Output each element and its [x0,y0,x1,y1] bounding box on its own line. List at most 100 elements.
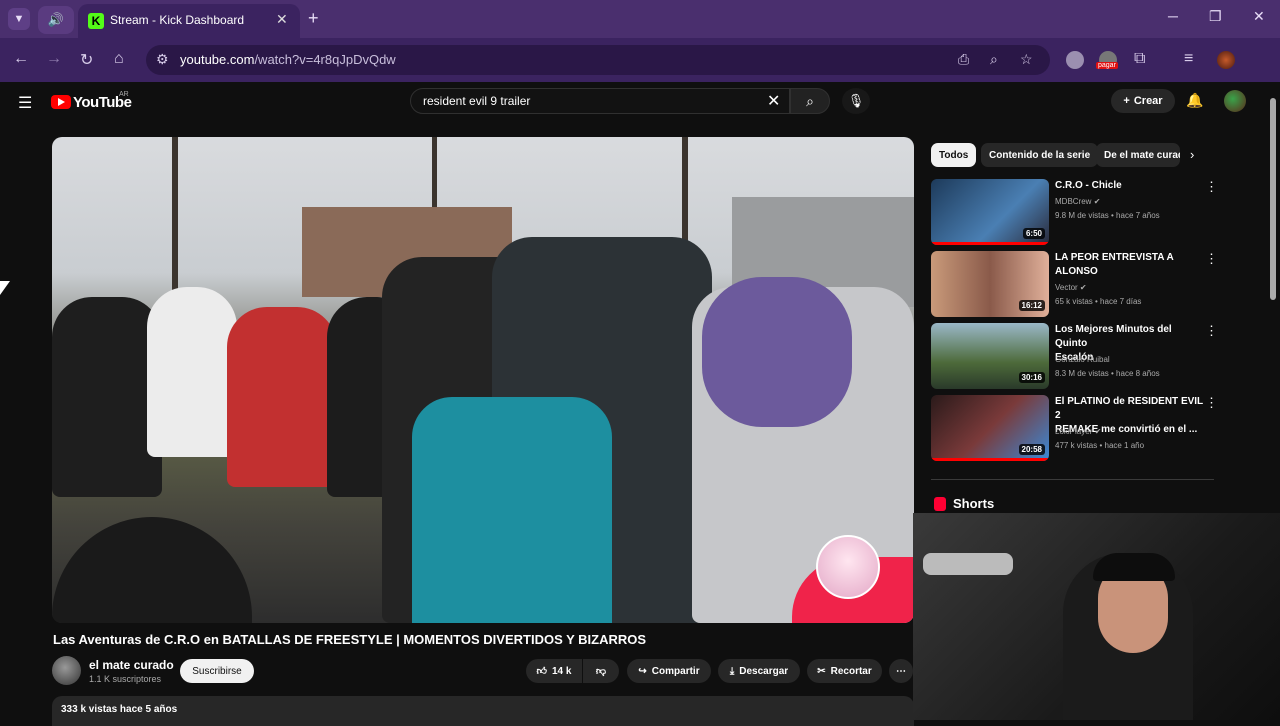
maximize-button[interactable]: ❐ [1209,8,1222,25]
streamer-cap [1093,553,1175,581]
clear-search-icon[interactable]: ✕ [767,91,780,111]
puzzle-extensions-icon[interactable]: ⧉ [1134,50,1145,68]
thumbs-down-icon: 👎︎ [595,666,607,677]
voice-search-button[interactable]: 🎙 [842,88,870,114]
rec-channel[interactable]: Gonzalo Ruibal [1055,353,1110,367]
rec-channel[interactable]: MDBCrew ✔ [1055,195,1100,209]
search-icon: ⌕ [806,92,814,109]
search-input[interactable]: resident evil 9 trailer ✕ [410,88,790,114]
speaker-icon[interactable]: 🔊 [38,6,74,34]
recommendation-item[interactable]: 30:16 Los Mejores Minutos del Quinto Esca… [931,323,1221,391]
plus-icon: + [1123,95,1130,107]
tab-title: Stream - Kick Dashboard [110,13,245,27]
rec-channel[interactable]: Vector ✔ [1055,281,1087,295]
scissors-icon: ✂ [817,665,826,677]
thumbs-up-icon: 👍︎ [536,666,547,677]
tab-close-icon[interactable]: ✕ [276,11,288,28]
rec-title[interactable]: LA PEOR ENTREVISTA A ALONSO [1055,251,1203,279]
microphone-icon: 🎙 [847,93,865,108]
download-button[interactable]: ⤓ Descargar [718,659,800,683]
rec-meta: 65 k vistas • hace 7 días [1055,297,1142,306]
search-input-value[interactable]: resident evil 9 trailer [423,94,530,108]
forward-arrow-icon[interactable]: → [46,50,62,68]
video-thumbnail[interactable]: 16:12 [931,251,1049,317]
backpack [412,397,612,623]
section-divider [931,479,1214,480]
mouse-cursor-icon [0,281,10,295]
channel-name[interactable]: el mate curado [89,658,174,672]
duration-badge: 6:50 [1022,228,1045,239]
bookmark-star-icon[interactable]: ☆ [1020,51,1033,68]
more-vert-icon[interactable]: ⋮ [1205,323,1218,339]
video-title: Las Aventuras de C.R.O en BATALLAS DE FR… [53,632,647,647]
extension-icon[interactable] [1066,51,1084,69]
recommendation-item[interactable]: 20:58 El PLATINO de RESIDENT EVIL 2 REMAK… [931,395,1221,463]
page-scrollbar[interactable] [1270,98,1276,300]
search-button[interactable]: ⌕ [790,88,830,114]
chevron-right-icon[interactable]: › [1190,147,1194,162]
zoom-icon[interactable]: ⌕ [990,51,998,68]
video-thumbnail[interactable]: 20:58 [931,395,1049,461]
foreground-shadow [52,517,252,623]
more-vert-icon[interactable]: ⋮ [1205,395,1218,411]
browser-tab-bar: ▼ 🔊 K Stream - Kick Dashboard ✕ + ─ ❐ ✕ [0,0,1280,38]
chip-todos[interactable]: Todos [931,143,977,167]
url-text[interactable]: youtube.com/watch?v=4r8qJpDvQdw [180,52,396,67]
chip-serie[interactable]: Contenido de la serie [981,143,1099,167]
verified-check-icon: ✔ [1079,283,1087,292]
kick-favicon-icon: K [88,13,104,29]
recommendation-item[interactable]: 16:12 LA PEOR ENTREVISTA A ALONSO Vector … [931,251,1221,319]
download-icon: ⤓ [729,665,735,677]
site-info-icon[interactable]: ⚙ [156,51,169,68]
clip-label: Recortar [830,665,872,677]
hamburger-menu-icon[interactable]: ☰ [18,93,32,113]
webcam-overlay [913,513,1280,720]
share-arrow-icon: ↪ [638,665,647,677]
more-vert-icon[interactable]: ⋮ [1205,179,1218,195]
back-arrow-icon[interactable]: ← [13,50,29,68]
close-window-button[interactable]: ✕ [1253,8,1265,25]
reload-icon[interactable]: ↻ [80,50,93,70]
create-button[interactable]: + Crear [1111,89,1175,113]
dislike-button[interactable]: 👎︎ [583,659,619,683]
account-avatar[interactable] [1224,90,1246,112]
tab-search-dropdown-icon[interactable]: ▼ [8,8,30,30]
extension-badge: pagar [1096,62,1118,69]
clip-button[interactable]: ✂ Recortar [807,659,882,683]
new-tab-button[interactable]: + [308,8,319,29]
media-controls-icon[interactable]: ≡ [1184,50,1193,68]
share-label: Compartir [651,665,700,677]
notifications-bell-icon[interactable]: 🔔 [1186,92,1203,109]
purple-hood [702,277,852,427]
more-vert-icon[interactable]: ⋮ [1205,251,1218,267]
like-button[interactable]: 👍︎ 14 k [526,659,582,683]
more-actions-button[interactable]: ⋯ [889,659,913,683]
channel-watermark[interactable] [816,535,880,599]
channel-avatar[interactable] [52,656,81,685]
duration-badge: 16:12 [1018,300,1045,311]
duration-badge: 20:58 [1018,444,1045,455]
install-app-icon[interactable]: ⎙ [958,51,969,68]
shorts-heading: Shorts [953,496,995,511]
video-player[interactable] [52,137,914,623]
minimize-button[interactable]: ─ [1168,8,1178,24]
rec-title[interactable]: C.R.O - Chicle [1055,179,1203,193]
description-box[interactable]: 333 k vistas hace 5 años [52,696,914,726]
address-bar[interactable]: ⚙ youtube.com/watch?v=4r8qJpDvQdw ⎙ ⌕ ☆ [146,45,1050,75]
verified-check-icon: ✔ [1093,197,1101,206]
youtube-play-icon [58,98,65,106]
browser-tab-active[interactable]: K Stream - Kick Dashboard ✕ [78,4,300,38]
video-thumbnail[interactable]: 6:50 [931,179,1049,245]
subscribe-button[interactable]: Suscribirse [180,659,254,683]
chip-channel[interactable]: De el mate curado [1096,143,1180,167]
share-button[interactable]: ↪ Compartir [627,659,711,683]
create-label: Crear [1133,95,1163,107]
verified-check-icon: ✔ [1094,427,1102,436]
like-count: 14 k [551,665,572,677]
rec-channel[interactable]: LokiPlayer ✔ [1055,425,1101,439]
recommendation-item[interactable]: 6:50 C.R.O - Chicle MDBCrew ✔ 9.8 M de v… [931,179,1221,247]
profile-avatar[interactable] [1217,51,1235,69]
rec-meta: 8.3 M de vistas • hace 8 años [1055,369,1160,378]
home-icon[interactable]: ⌂ [114,50,124,68]
video-thumbnail[interactable]: 30:16 [931,323,1049,389]
